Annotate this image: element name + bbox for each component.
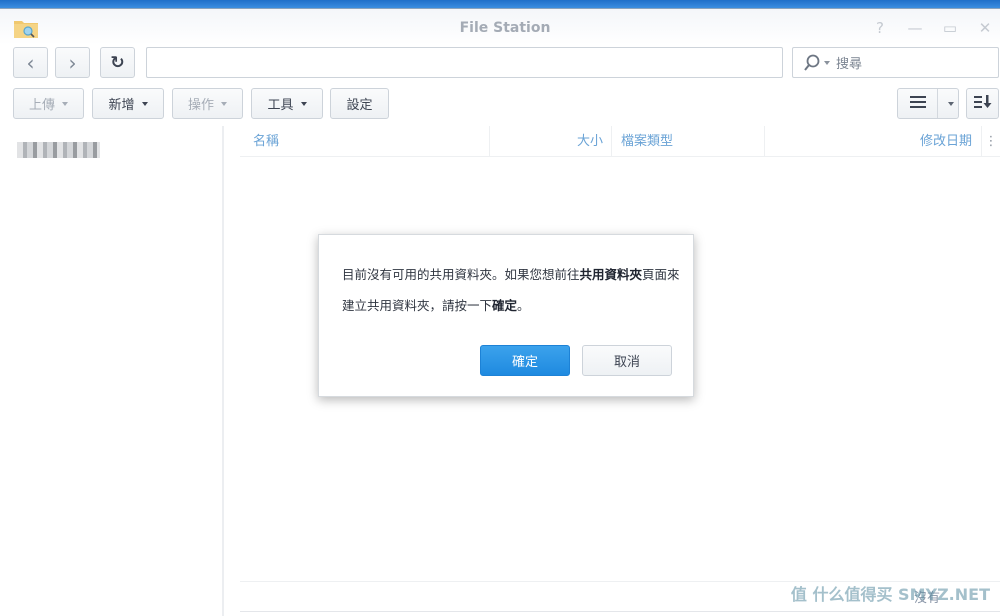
column-modified-label: 修改日期 — [919, 134, 972, 149]
tree-item-blurred[interactable] — [17, 142, 100, 158]
settings-label: 設定 — [346, 98, 373, 113]
column-menu-icon[interactable]: ⋮ — [982, 126, 1000, 157]
title-bar: File Station ? — ▭ ✕ — [0, 9, 1000, 45]
chevron-down-icon — [300, 101, 307, 106]
close-icon[interactable]: ✕ — [975, 18, 995, 38]
search-input[interactable]: 搜尋 — [792, 47, 999, 78]
settings-button[interactable]: 設定 — [330, 88, 389, 119]
upload-label: 上傳 — [28, 98, 55, 113]
search-icon — [803, 54, 821, 72]
ok-button[interactable]: 確定 — [480, 345, 570, 376]
chevron-down-icon — [141, 101, 148, 106]
sort-icon — [973, 94, 992, 113]
column-header-modified[interactable]: 修改日期 — [765, 126, 982, 157]
view-options-chevron-down-icon[interactable] — [948, 102, 954, 106]
back-button[interactable]: ‹ — [13, 47, 48, 78]
column-header-name[interactable]: 名稱 — [240, 126, 490, 157]
message-bold-shared-folder: 共用資料夾 — [579, 267, 643, 282]
search-placeholder: 搜尋 — [836, 57, 863, 72]
column-name-label: 名稱 — [253, 134, 280, 149]
sort-button[interactable] — [966, 88, 999, 119]
refresh-icon: ↻ — [110, 52, 125, 73]
column-header-size[interactable]: 大小 — [490, 126, 612, 157]
search-options-caret-icon[interactable] — [824, 60, 830, 65]
chevron-down-icon — [221, 101, 227, 106]
window-title: File Station — [459, 20, 551, 36]
refresh-button[interactable]: ↻ — [100, 47, 135, 78]
forward-button[interactable]: › — [55, 47, 90, 78]
tools-button[interactable]: 工具 — [251, 88, 323, 119]
divider — [937, 89, 938, 118]
message-bold-ok: 確定 — [492, 298, 518, 313]
minimize-icon[interactable]: — — [905, 18, 925, 38]
column-size-label: 大小 — [576, 134, 603, 149]
chevron-down-icon — [62, 101, 68, 106]
help-icon[interactable]: ? — [870, 18, 890, 38]
action-label: 操作 — [187, 98, 214, 113]
create-button[interactable]: 新增 — [92, 88, 164, 119]
dialog-message: 目前沒有可用的共用資料夾。如果您想前往共用資料夾頁面來建立共用資料夾，請按一下確… — [342, 259, 682, 321]
list-view-icon — [910, 95, 926, 112]
file-list-header: 名稱 大小 檔案類型 修改日期 ⋮ — [240, 126, 1000, 157]
column-type-label: 檔案類型 — [621, 134, 674, 149]
desktop-taskbar-edge — [0, 0, 1000, 9]
status-bar-bottom-divider — [240, 611, 1000, 612]
chevron-left-icon: ‹ — [26, 50, 35, 75]
folder-tree-panel — [0, 126, 224, 616]
upload-button[interactable]: 上傳 — [13, 88, 84, 119]
tools-label: 工具 — [267, 98, 294, 113]
column-header-type[interactable]: 檔案類型 — [612, 126, 765, 157]
cancel-button[interactable]: 取消 — [582, 345, 672, 376]
action-button[interactable]: 操作 — [172, 88, 243, 119]
message-text: 。 — [517, 298, 530, 313]
maximize-icon[interactable]: ▭ — [940, 18, 960, 38]
message-text: 目前沒有可用的共用資料夾。如果您想前往 — [342, 267, 580, 282]
no-shared-folder-dialog: 目前沒有可用的共用資料夾。如果您想前往共用資料夾頁面來建立共用資料夾，請按一下確… — [318, 234, 694, 397]
view-mode-button[interactable] — [897, 88, 959, 119]
chevron-right-icon: › — [68, 50, 77, 75]
watermark: 值 什么值得买 SMYZ.NET — [790, 585, 990, 604]
create-label: 新增 — [108, 98, 135, 113]
path-bar[interactable] — [146, 47, 783, 78]
